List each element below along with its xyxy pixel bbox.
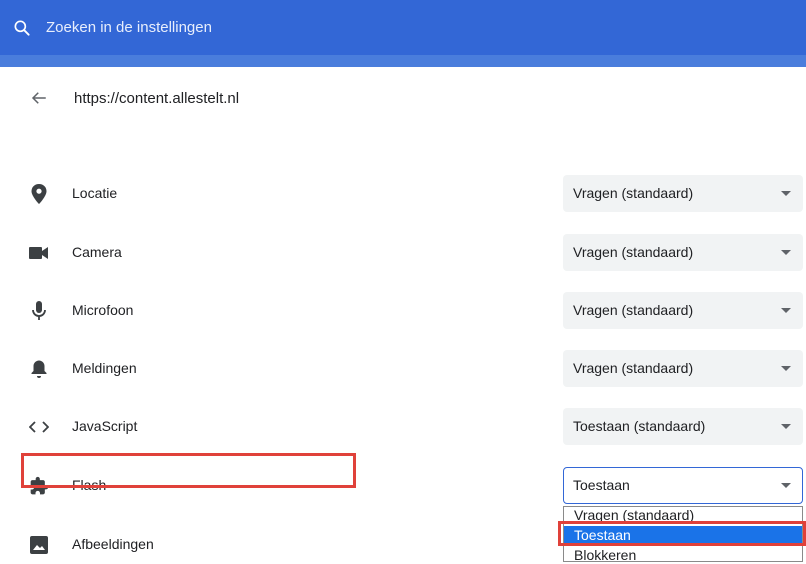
back-arrow-icon[interactable] [30, 89, 48, 107]
dropdown-arrow-icon [781, 424, 791, 429]
dropdown-option-block[interactable]: Blokkeren [564, 546, 802, 561]
select-value: Vragen (standaard) [573, 244, 694, 260]
permission-label: Meldingen [72, 360, 137, 376]
dropdown-arrow-icon [781, 483, 791, 488]
location-select[interactable]: Vragen (standaard) [563, 175, 803, 212]
camera-icon [29, 243, 49, 263]
location-pin-icon [29, 184, 49, 204]
search-icon[interactable] [12, 18, 32, 38]
permission-row-javascript: JavaScript Toestaan (standaard) [0, 408, 806, 446]
permission-row-camera: Camera Vragen (standaard) [0, 234, 806, 272]
permission-label: Camera [72, 244, 122, 260]
microphone-icon [29, 301, 49, 321]
permission-label: Microfoon [72, 302, 134, 318]
allow-option-highlight-box [558, 521, 806, 546]
camera-select[interactable]: Vragen (standaard) [563, 234, 803, 271]
javascript-select[interactable]: Toestaan (standaard) [563, 408, 803, 445]
notifications-select[interactable]: Vragen (standaard) [563, 350, 803, 387]
flash-select[interactable]: Toestaan [563, 467, 803, 504]
header-shadow [0, 55, 806, 67]
code-icon [29, 417, 49, 437]
dropdown-arrow-icon [781, 308, 791, 313]
dropdown-arrow-icon [781, 250, 791, 255]
search-bar[interactable]: Zoeken in de instellingen [12, 0, 212, 55]
permission-row-location: Locatie Vragen (standaard) [0, 175, 806, 213]
select-value: Toestaan (standaard) [573, 418, 706, 434]
select-value: Vragen (standaard) [573, 302, 694, 318]
search-input[interactable]: Zoeken in de instellingen [46, 19, 212, 36]
permission-label: Locatie [72, 185, 118, 201]
bell-icon [29, 359, 49, 379]
permission-label: JavaScript [72, 418, 138, 434]
permission-row-notifications: Meldingen Vragen (standaard) [0, 350, 806, 388]
image-icon [29, 535, 49, 555]
settings-header: Zoeken in de instellingen [0, 0, 806, 55]
permission-row-microphone: Microfoon Vragen (standaard) [0, 292, 806, 330]
select-value: Toestaan [573, 477, 630, 493]
select-value: Vragen (standaard) [573, 360, 694, 376]
select-value: Vragen (standaard) [573, 185, 694, 201]
permission-label: Afbeeldingen [72, 536, 154, 552]
site-header-row: https://content.allestelt.nl [30, 86, 239, 110]
dropdown-arrow-icon [781, 191, 791, 196]
flash-highlight-box [21, 453, 356, 488]
site-url: https://content.allestelt.nl [74, 89, 240, 107]
microphone-select[interactable]: Vragen (standaard) [563, 292, 803, 329]
dropdown-arrow-icon [781, 366, 791, 371]
